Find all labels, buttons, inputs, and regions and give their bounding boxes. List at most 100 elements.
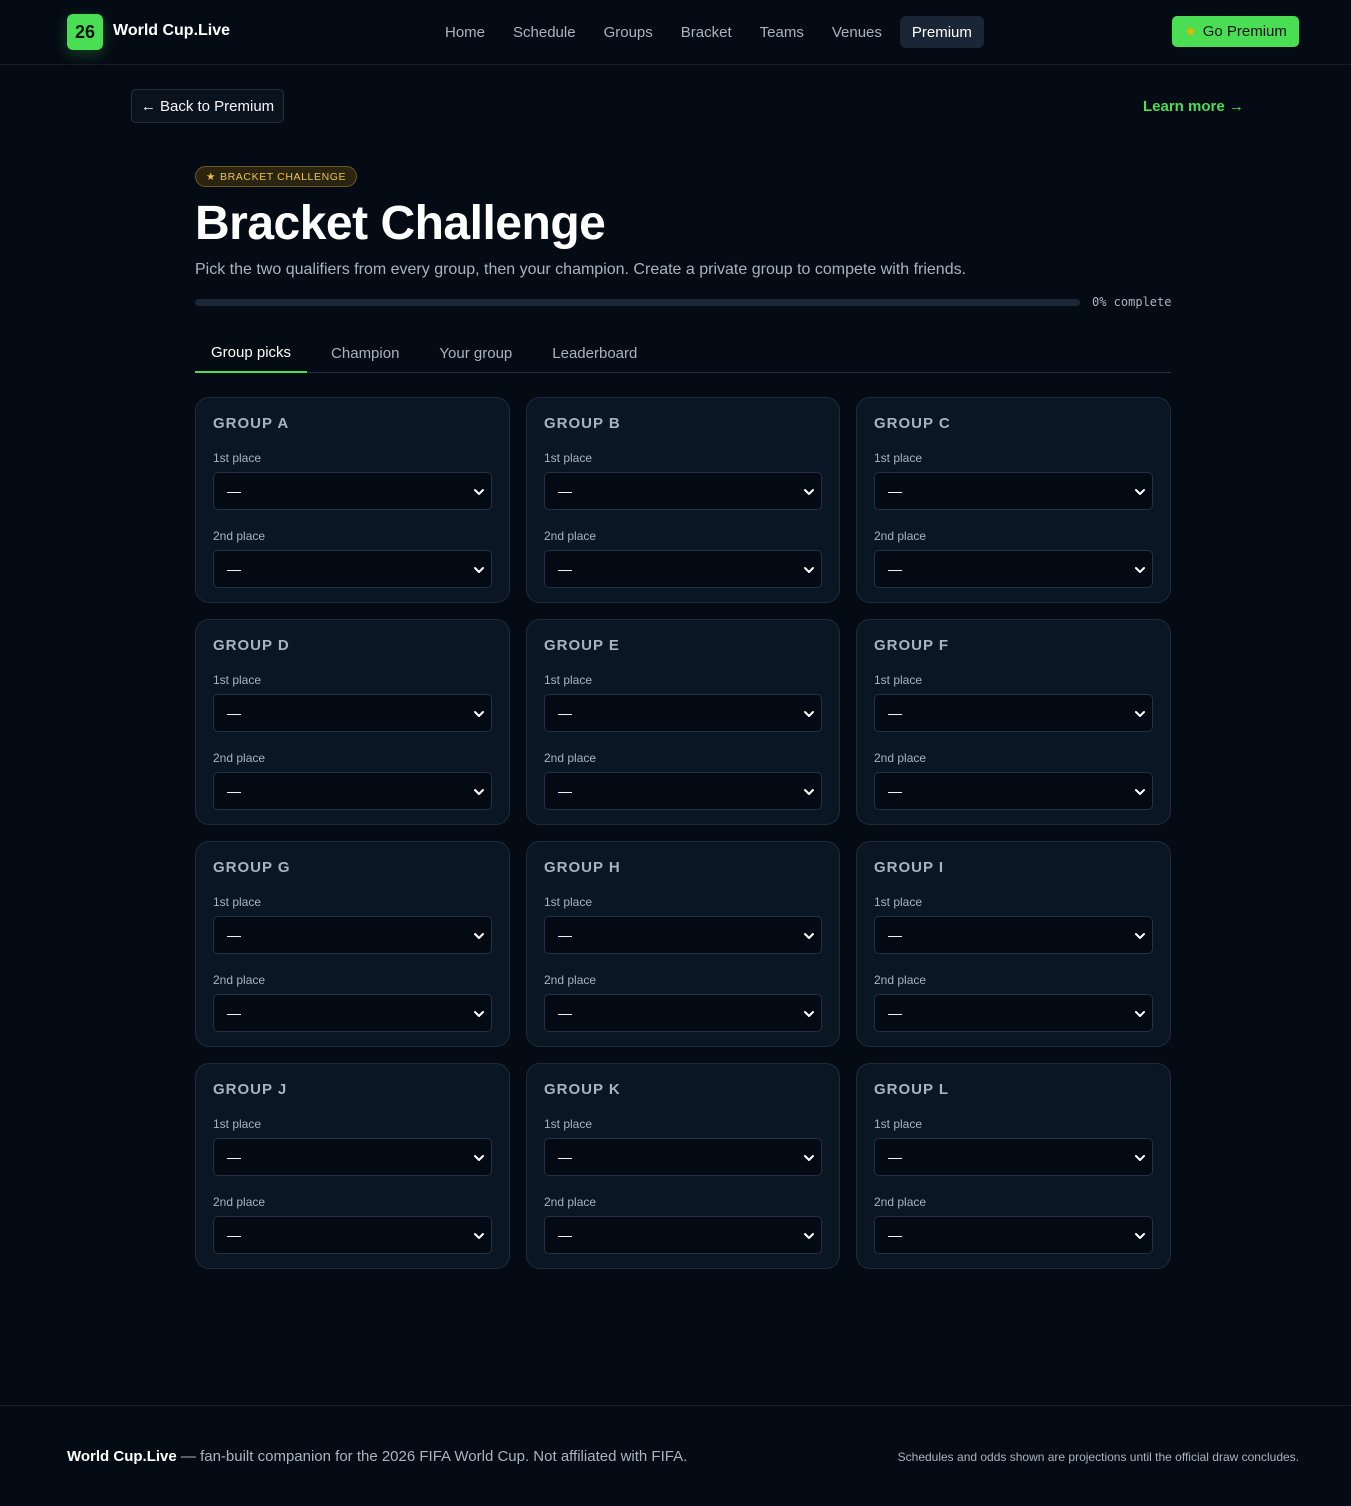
second-place-label: 2nd place xyxy=(874,1195,927,1209)
select-value: — xyxy=(888,783,902,799)
group-card: GROUP A 1st place — 2nd place — xyxy=(195,397,510,603)
second-place-label: 2nd place xyxy=(213,529,266,543)
chevron-down-icon xyxy=(473,485,485,497)
chevron-down-icon xyxy=(803,707,815,719)
second-place-select[interactable]: — xyxy=(874,772,1153,810)
select-value: — xyxy=(888,1005,902,1021)
footer-brand: World Cup.Live xyxy=(67,1448,177,1465)
first-place-select[interactable]: — xyxy=(544,472,822,510)
go-premium-label: Go Premium xyxy=(1202,23,1287,40)
select-value: — xyxy=(227,927,241,943)
second-place-label: 2nd place xyxy=(544,751,597,765)
footer-note: Schedules and odds shown are projections… xyxy=(897,1450,1299,1464)
logo-text[interactable]: World Cup.Live xyxy=(113,22,230,40)
first-place-label: 1st place xyxy=(874,673,923,687)
select-value: — xyxy=(558,1227,572,1243)
first-place-select[interactable]: — xyxy=(874,1138,1153,1176)
first-place-select[interactable]: — xyxy=(213,1138,492,1176)
select-value: — xyxy=(888,561,902,577)
second-place-select[interactable]: — xyxy=(544,1216,822,1254)
second-place-select[interactable]: — xyxy=(874,550,1153,588)
tab-champion[interactable]: Champion xyxy=(315,334,415,373)
group-title: GROUP H xyxy=(544,859,621,876)
second-place-select[interactable]: — xyxy=(874,1216,1153,1254)
first-place-label: 1st place xyxy=(213,451,262,465)
select-value: — xyxy=(227,1227,241,1243)
select-value: — xyxy=(888,1149,902,1165)
tab-group-picks[interactable]: Group picks xyxy=(195,334,308,373)
group-card: GROUP L 1st place — 2nd place — xyxy=(856,1063,1171,1269)
chevron-down-icon xyxy=(803,1229,815,1241)
group-card: GROUP H 1st place — 2nd place — xyxy=(526,841,840,1047)
first-place-select[interactable]: — xyxy=(544,1138,822,1176)
second-place-select[interactable]: — xyxy=(544,550,822,588)
second-place-select[interactable]: — xyxy=(213,1216,492,1254)
chevron-down-icon xyxy=(473,1007,485,1019)
back-to-premium-button[interactable]: ← Back to Premium xyxy=(131,89,284,123)
second-place-select[interactable]: — xyxy=(213,550,492,588)
second-place-label: 2nd place xyxy=(874,751,927,765)
group-card: GROUP J 1st place — 2nd place — xyxy=(195,1063,510,1269)
learn-more-link[interactable]: Learn more → xyxy=(1143,98,1244,115)
badge-label: BRACKET CHALLENGE xyxy=(220,170,347,183)
second-place-select[interactable]: — xyxy=(544,994,822,1032)
select-value: — xyxy=(888,1227,902,1243)
second-place-label: 2nd place xyxy=(213,973,266,987)
select-value: — xyxy=(227,483,241,499)
select-value: — xyxy=(558,483,572,499)
first-place-select[interactable]: — xyxy=(213,916,492,954)
first-place-select[interactable]: — xyxy=(213,694,492,732)
second-place-select[interactable]: — xyxy=(213,994,492,1032)
star-icon: ★ xyxy=(1184,23,1197,39)
second-place-label: 2nd place xyxy=(874,529,927,543)
nav-link-home[interactable]: Home xyxy=(431,16,499,48)
star-icon: ★ xyxy=(206,170,217,183)
nav-link-premium[interactable]: Premium xyxy=(899,16,984,48)
tab-your-group[interactable]: Your group xyxy=(423,334,528,373)
second-place-select[interactable]: — xyxy=(874,994,1153,1032)
second-place-select[interactable]: — xyxy=(544,772,822,810)
logo-badge[interactable]: 26 xyxy=(67,14,103,50)
nav-link-schedule[interactable]: Schedule xyxy=(499,16,590,48)
chevron-down-icon xyxy=(1134,1151,1146,1163)
tab-leaderboard[interactable]: Leaderboard xyxy=(536,334,653,373)
nav-link-groups[interactable]: Groups xyxy=(590,16,667,48)
nav-link-venues[interactable]: Venues xyxy=(818,16,896,48)
first-place-select[interactable]: — xyxy=(874,472,1153,510)
second-place-label: 2nd place xyxy=(213,751,266,765)
first-place-label: 1st place xyxy=(213,673,262,687)
group-title: GROUP F xyxy=(874,637,950,654)
first-place-select[interactable]: — xyxy=(544,694,822,732)
first-place-label: 1st place xyxy=(544,1117,593,1131)
chevron-down-icon xyxy=(1134,485,1146,497)
chevron-down-icon xyxy=(1134,785,1146,797)
chevron-down-icon xyxy=(473,929,485,941)
second-place-select[interactable]: — xyxy=(213,772,492,810)
group-title: GROUP I xyxy=(874,859,945,876)
select-value: — xyxy=(558,561,572,577)
select-value: — xyxy=(558,783,572,799)
chevron-down-icon xyxy=(473,707,485,719)
chevron-down-icon xyxy=(1134,563,1146,575)
chevron-down-icon xyxy=(1134,1007,1146,1019)
nav-links: Home Schedule Groups Bracket Teams Venue… xyxy=(431,16,984,48)
group-card: GROUP E 1st place — 2nd place — xyxy=(526,619,840,825)
chevron-down-icon xyxy=(803,485,815,497)
select-value: — xyxy=(888,927,902,943)
group-title: GROUP J xyxy=(213,1081,288,1098)
chevron-down-icon xyxy=(803,1007,815,1019)
go-premium-button[interactable]: ★ Go Premium xyxy=(1172,16,1299,47)
progress-text: 0% complete xyxy=(1092,295,1172,309)
first-place-select[interactable]: — xyxy=(544,916,822,954)
chevron-down-icon xyxy=(1134,929,1146,941)
first-place-label: 1st place xyxy=(213,1117,262,1131)
tab-bar: Group picks Champion Your group Leaderbo… xyxy=(195,334,1171,373)
nav-link-teams[interactable]: Teams xyxy=(746,16,818,48)
first-place-label: 1st place xyxy=(213,895,262,909)
nav-link-bracket[interactable]: Bracket xyxy=(667,16,746,48)
first-place-label: 1st place xyxy=(544,673,593,687)
select-value: — xyxy=(227,1149,241,1165)
first-place-select[interactable]: — xyxy=(213,472,492,510)
first-place-select[interactable]: — xyxy=(874,916,1153,954)
first-place-select[interactable]: — xyxy=(874,694,1153,732)
